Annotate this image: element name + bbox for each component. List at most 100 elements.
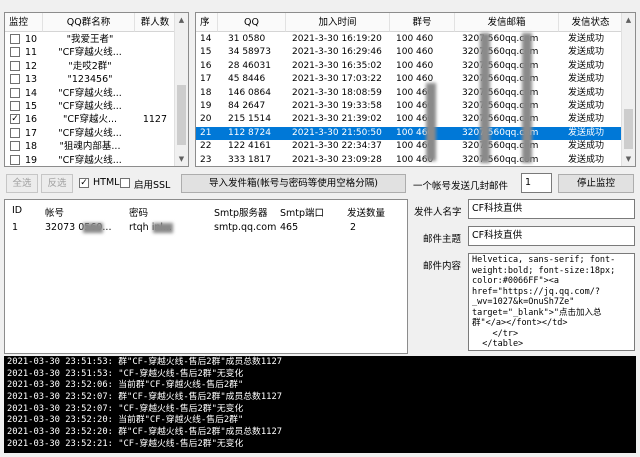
table-row[interactable]: 1 32073 0560... rtqh inl... smtp.qq.com … bbox=[5, 222, 405, 235]
sender-name-input[interactable]: CF科技直供 bbox=[468, 199, 635, 219]
table-row[interactable]: 23 333 1817 2021-3-30 23:09:28 100 460 3207 … bbox=[196, 154, 621, 166]
list-item[interactable]: 19 "CF穿越火线... bbox=[5, 154, 174, 166]
send-seq: 18 bbox=[200, 87, 212, 98]
list-item[interactable]: 18 "狙魂内部基... bbox=[5, 140, 174, 153]
account-list[interactable]: ID 帐号 密码 Smtp服务器 Smtp端口 发送数量 1 32073 056… bbox=[4, 199, 408, 354]
monitor-checkbox[interactable] bbox=[10, 34, 20, 44]
send-group: 100 460 bbox=[396, 127, 434, 138]
group-header-count[interactable]: 群人数 bbox=[135, 13, 176, 32]
scroll-down-icon[interactable]: ▼ bbox=[175, 152, 188, 166]
table-row[interactable]: 20 215 1514 2021-3-30 21:39:02 100 460 3207 … bbox=[196, 113, 621, 126]
monitor-checkbox[interactable] bbox=[10, 47, 20, 58]
group-list[interactable]: 监控 QQ群名称 群人数 10 "我爱王者" 11 "CF穿越火线... 12 "走哎2群… bbox=[4, 12, 189, 167]
scroll-down-icon[interactable]: ▼ bbox=[622, 152, 635, 166]
send-status: 发送成功 bbox=[568, 141, 605, 152]
send-time: 2021-3-30 19:33:58 bbox=[292, 101, 382, 111]
group-name: "CF穿越火线... bbox=[58, 87, 122, 99]
table-row[interactable]: 21 112 8724 2021-3-30 21:50:50 100 460 3207 … bbox=[196, 126, 621, 140]
account-header-account[interactable]: 帐号 bbox=[45, 205, 64, 219]
table-row[interactable]: 17 45 8446 2021-3-30 17:03:22 100 460 3207 5… bbox=[196, 73, 621, 86]
send-email: 3207 560qq.com bbox=[462, 114, 539, 125]
group-count: 1127 bbox=[142, 114, 167, 126]
list-item[interactable]: 10 "我爱王者" bbox=[5, 33, 174, 46]
monitor-checkbox[interactable] bbox=[10, 60, 20, 71]
content-line: color:#0066FF"><a bbox=[472, 276, 559, 286]
send-status: 发送成功 bbox=[568, 127, 605, 138]
group-header-monitor[interactable]: 监控 bbox=[5, 13, 43, 32]
account-header-count[interactable]: 发送数量 bbox=[347, 205, 385, 219]
content-line: Helvetica, sans-serif; font- bbox=[472, 255, 616, 265]
send-list[interactable]: 序 QQ 加入时间 群号 发信邮箱 发信状态 14 31 0580 2021-3-3… bbox=[195, 12, 636, 167]
account-header-id[interactable]: ID bbox=[12, 205, 22, 216]
per-account-input[interactable]: 1 bbox=[521, 173, 552, 193]
table-row[interactable]: 15 34 58973 2021-3-30 16:29:46 100 460 3207 … bbox=[196, 46, 621, 59]
send-header-qq[interactable]: QQ bbox=[218, 13, 286, 32]
group-index: 11 bbox=[25, 47, 38, 59]
send-time: 2021-3-30 16:35:02 bbox=[292, 60, 382, 71]
monitor-checkbox[interactable] bbox=[10, 127, 20, 138]
send-time: 2021-3-30 17:03:22 bbox=[292, 74, 382, 85]
list-item[interactable]: ✓ 16 "CF穿越火... 1127 bbox=[5, 113, 174, 126]
subject-input[interactable]: CF科技直供 bbox=[468, 226, 635, 246]
list-item[interactable]: 15 "CF穿越火线... bbox=[5, 100, 174, 113]
monitor-checkbox[interactable] bbox=[10, 141, 20, 152]
send-group: 100 460 bbox=[396, 60, 434, 71]
html-checkbox-box[interactable]: ✓ bbox=[79, 178, 89, 188]
list-item[interactable]: 14 "CF穿越火线... bbox=[5, 87, 174, 100]
scroll-up-icon[interactable]: ▲ bbox=[622, 13, 635, 27]
account-header-password[interactable]: 密码 bbox=[129, 205, 148, 219]
ssl-checkbox[interactable]: 启用SSL bbox=[120, 177, 175, 191]
account-header-port[interactable]: Smtp端口 bbox=[280, 205, 324, 219]
send-status: 发送成功 bbox=[568, 34, 605, 44]
html-checkbox[interactable]: ✓ HTML bbox=[79, 177, 119, 190]
table-row[interactable]: 16 28 46031 2021-3-30 16:35:02 100 460 3207 … bbox=[196, 60, 621, 73]
invert-selection-button[interactable]: 反选 bbox=[41, 174, 73, 193]
monitor-checkbox[interactable]: ✓ bbox=[10, 114, 20, 125]
group-name: "走哎2群" bbox=[68, 60, 112, 72]
send-list-scrollbar[interactable]: ▲ ▼ bbox=[621, 13, 635, 166]
log-console[interactable]: 2021-03-30 23:51:53: 群"CF-穿越火线-售后2群"成员总数… bbox=[4, 356, 636, 453]
list-item[interactable]: 11 "CF穿越火线... bbox=[5, 46, 174, 59]
send-group: 100 460 bbox=[396, 114, 434, 125]
send-email: 3207 560qq.com bbox=[462, 87, 539, 98]
scroll-thumb[interactable] bbox=[177, 85, 186, 145]
table-row[interactable]: 22 122 4161 2021-3-30 22:34:37 100 460 3207 … bbox=[196, 140, 621, 153]
monitor-checkbox[interactable] bbox=[10, 101, 20, 111]
monitor-checkbox[interactable] bbox=[10, 74, 20, 85]
content-line: weight:bold; font-size:18px; bbox=[472, 265, 616, 276]
send-seq: 15 bbox=[200, 47, 212, 58]
send-seq: 22 bbox=[200, 141, 212, 152]
group-list-scrollbar[interactable]: ▲ ▼ bbox=[174, 13, 188, 166]
content-textarea[interactable]: Helvetica, sans-serif; font-weight:bold;… bbox=[468, 253, 635, 351]
send-qq: 333 1817 bbox=[228, 154, 271, 165]
scroll-thumb[interactable] bbox=[624, 109, 633, 149]
group-name: "123456" bbox=[67, 74, 113, 86]
list-item[interactable]: 17 "CF穿越火线... bbox=[5, 127, 174, 140]
content-line: </tr> bbox=[472, 328, 519, 339]
monitor-checkbox[interactable] bbox=[10, 154, 20, 165]
group-header-name[interactable]: QQ群名称 bbox=[43, 13, 135, 32]
select-all-button[interactable]: 全选 bbox=[6, 174, 38, 193]
account-header-server[interactable]: Smtp服务器 bbox=[214, 205, 268, 219]
send-group: 100 460 bbox=[396, 101, 434, 111]
monitor-checkbox[interactable] bbox=[10, 87, 20, 98]
table-row[interactable]: 14 31 0580 2021-3-30 16:19:20 100 460 3207 5… bbox=[196, 33, 621, 46]
send-header-status[interactable]: 发信状态 bbox=[559, 13, 623, 32]
send-status: 发送成功 bbox=[568, 47, 605, 58]
send-qq: 28 46031 bbox=[228, 60, 271, 71]
send-header-email[interactable]: 发信邮箱 bbox=[455, 13, 559, 32]
scroll-up-icon[interactable]: ▲ bbox=[175, 13, 188, 27]
table-row[interactable]: 18 146 0864 2021-3-30 18:08:59 100 460 3207 … bbox=[196, 87, 621, 100]
send-header-seq[interactable]: 序 bbox=[196, 13, 218, 32]
table-row[interactable]: 19 84 2647 2021-3-30 19:33:58 100 460 3207 5… bbox=[196, 100, 621, 113]
send-header-group[interactable]: 群号 bbox=[390, 13, 455, 32]
stop-monitor-button[interactable]: 停止监控 bbox=[558, 174, 634, 193]
list-item[interactable]: 13 "123456" bbox=[5, 73, 174, 86]
send-qq: 34 58973 bbox=[228, 47, 271, 58]
send-header-time[interactable]: 加入时间 bbox=[286, 13, 390, 32]
import-senders-button[interactable]: 导入发件箱(帐号与密码等使用空格分隔) bbox=[181, 174, 406, 193]
log-line: 2021-03-30 23:52:07: 群"CF-穿越火线-售后2群"成员总数… bbox=[7, 392, 283, 403]
ssl-checkbox-box[interactable] bbox=[120, 178, 130, 188]
log-line: 2021-03-30 23:52:20: 群"CF-穿越火线-售后2群"成员总数… bbox=[7, 427, 283, 438]
list-item[interactable]: 12 "走哎2群" bbox=[5, 60, 174, 73]
